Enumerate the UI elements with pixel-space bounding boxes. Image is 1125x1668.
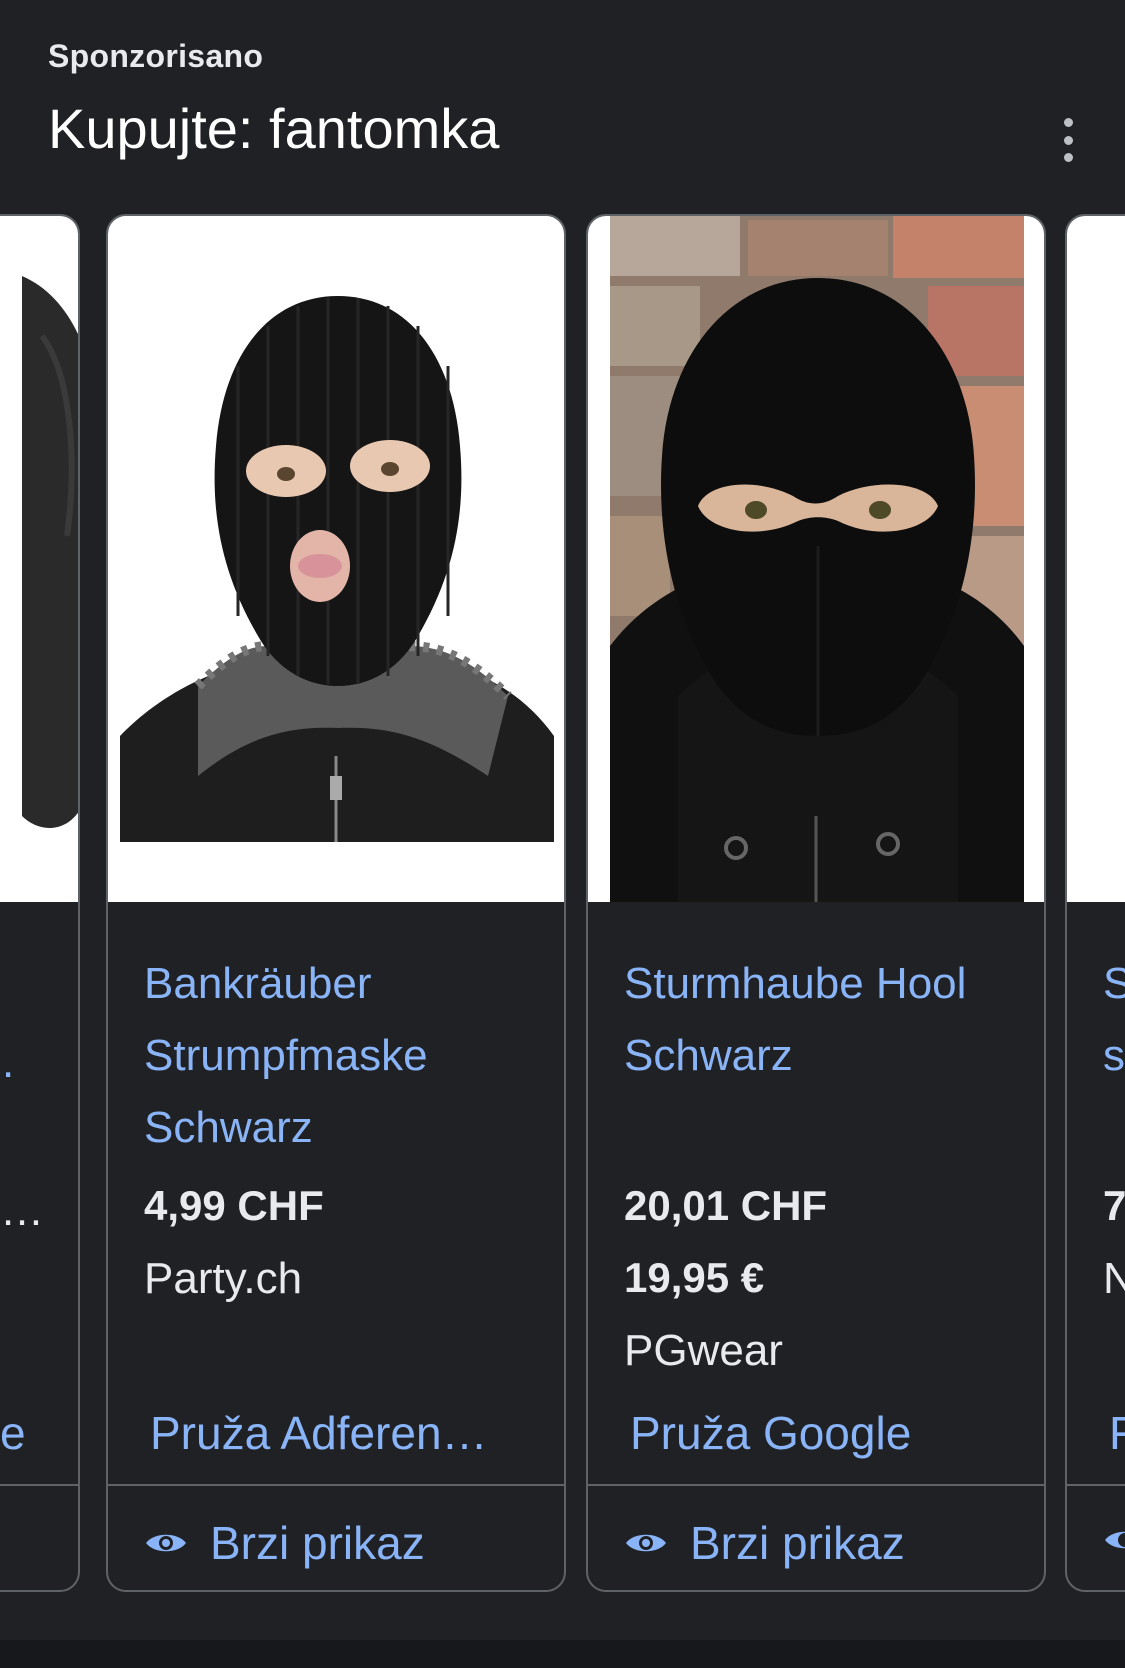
merchant-tail: … [0,1186,44,1235]
eye-icon [146,1534,186,1552]
balaclava-image [610,216,1024,902]
card-divider [1067,1484,1125,1486]
product-title[interactable]: Sturmhaube Hool Schwarz [624,948,1024,1092]
product-price: 20,01 CHF [624,1182,828,1229]
product-card-partial-left[interactable]: . … e [0,214,80,1592]
provider-link[interactable]: Pruža Adferen… [150,1406,488,1460]
merchant-name: PGwear [624,1326,783,1375]
title-tail[interactable]: . [2,1038,14,1088]
eye-icon[interactable] [1103,1526,1125,1554]
product-image[interactable] [108,216,564,902]
provider-tail[interactable]: e [0,1406,26,1460]
product-price-alt: 19,95 € [624,1254,765,1301]
product-card[interactable]: Bankräuber Strumpfmaske Schwarz 4,99 CHF… [106,214,566,1592]
quick-view-button[interactable]: Brzi prikaz [144,1516,425,1570]
quick-view-label: Brzi prikaz [210,1517,425,1569]
provider-head[interactable]: F [1109,1406,1125,1460]
balaclava-image [22,276,78,828]
provider-link[interactable]: Pruža Google [630,1406,911,1460]
title-head[interactable]: S s [1103,948,1125,1092]
merchant-name: Party.ch [144,1254,303,1303]
product-image[interactable] [0,216,78,902]
product-price: 4,99 CHF [144,1182,324,1229]
card-divider [0,1484,78,1486]
card-divider [108,1484,564,1486]
product-carousel[interactable]: . … e Bankräuber Strumpfmaske Schwarz 4,… [0,214,1125,1592]
quick-view-label: Brzi prikaz [690,1517,905,1569]
product-card[interactable]: Sturmhaube Hool Schwarz 20,01 CHF 19,95 … [586,214,1046,1592]
eye-icon [626,1534,666,1552]
product-image[interactable] [588,216,1044,902]
card-divider [588,1484,1044,1486]
more-vert-icon[interactable] [1050,112,1086,168]
price-head: 7 [1103,1182,1125,1229]
product-image[interactable] [1067,216,1125,902]
product-title[interactable]: Bankräuber Strumpfmaske Schwarz [144,948,544,1164]
shopping-header: Sponzorisano Kupujte: fantomka [0,0,1125,210]
sponsored-label: Sponzorisano [48,38,264,74]
product-card-partial-right[interactable]: S s 7 N F [1065,214,1125,1592]
bottom-divider-bar [0,1640,1125,1668]
quick-view-button[interactable]: Brzi prikaz [624,1516,905,1570]
knit-balaclava-image [120,216,554,842]
merchant-head: N [1103,1254,1125,1304]
section-title: Kupujte: fantomka [48,97,500,160]
